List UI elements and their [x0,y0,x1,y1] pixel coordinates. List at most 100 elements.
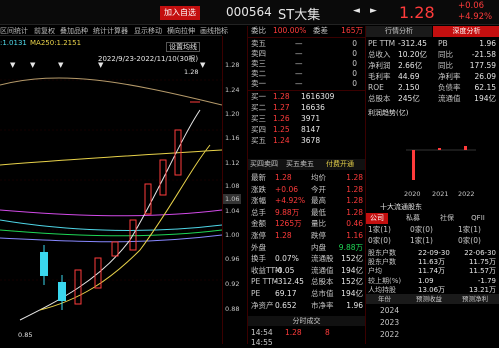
axis-tick: 0.96 [225,255,240,263]
metric-row: PE TTM -312.45 PB 1.96 [368,39,498,49]
tool-overlay[interactable]: 叠加品种 [60,26,88,36]
trade-row: 14:54 1.28 8 [251,328,363,338]
info-label: 股东户数 [368,258,396,267]
stat-label: 最新 [251,173,266,182]
trade-time: 14:54 [251,328,273,337]
paid-open-button[interactable]: 付费开通 [326,159,354,170]
metric-row: 毛利率 44.69 净利率 26.09 [368,72,498,82]
ma-settings-button[interactable]: 设置均线 [166,42,200,52]
stat-row: PE TTM -312.45 总股本 152亿 [251,277,363,287]
svg-text:▼: ▼ [58,61,64,69]
tool-range-stat[interactable]: 区间统计 [0,26,28,36]
next-arrow-icon[interactable]: ► [370,6,377,16]
axis-tick: 1.24 [225,86,240,94]
stat-label: 换手 [251,254,266,264]
buy-level[interactable]: 买一 1.28 1616309 [251,92,363,102]
stat-value: 152亿 [341,277,363,287]
price-change: +0.06 [458,1,485,11]
sell-level[interactable]: 卖四 — 0 [251,49,363,59]
level-volume: 0 [352,69,357,78]
svg-text:▼: ▼ [98,61,104,69]
stat-value: 194亿 [341,265,363,275]
stat-label: PE [251,289,261,298]
level5-button[interactable]: 买五卖五 [286,159,314,170]
holder-tab-qfii[interactable]: QFII [466,213,490,224]
event-markers: ▼ ▼ ▼ ▼ ▼ [10,61,206,69]
stat-value: 1.28 [346,184,363,194]
axis-tick: 1.28 [225,61,240,69]
stat-value: 1.28 [346,173,363,182]
metric-value: 194亿 [474,94,496,103]
level-volume: 0 [352,39,357,48]
sell-level[interactable]: 卖三 — 0 [251,59,363,69]
quote-header: 加入自选 000564 ST大集 ◄ ► 1.28 +0.06 +4.92% [0,0,499,25]
holder-tab-social[interactable]: 社保 [436,213,458,224]
metric-label: ROE [368,83,384,92]
stat-label: 净资产 [251,300,274,310]
buy-level[interactable]: 买五 1.24 3678 [251,136,363,146]
level-volume: 1616309 [301,92,335,101]
forecast-header: 年份 预测收益 预测净利 [366,294,499,304]
stat-value: 69.17 [275,289,297,298]
add-favorite-button[interactable]: 加入自选 [160,6,200,20]
holder-tab-private[interactable]: 私募 [402,213,424,224]
level4-button[interactable]: 买四卖四 [250,159,278,170]
level-volume: 3971 [301,114,321,123]
tool-adjust[interactable]: 前复权 [34,26,55,36]
trades-header[interactable]: 分时成交 [248,316,365,326]
metric-value: 10.20亿 [398,50,427,59]
tool-indicator[interactable]: 指标 [214,26,228,36]
ma-lines [0,77,222,321]
kline-chart[interactable]: ▼ ▼ ▼ ▼ ▼ [0,60,222,344]
axis-tick: 1.08 [225,182,240,190]
stat-value: 194亿 [341,289,363,298]
stat-row: 换手 0.07% 流通股 152亿 [251,254,363,264]
metric-label: 同比 [438,61,453,70]
tab-market-analysis[interactable]: 行情分析 [366,26,432,37]
level-label: 卖三 [251,59,266,68]
stat-label: 涨幅 [251,196,266,206]
buy-level[interactable]: 买四 1.25 8147 [251,125,363,135]
prev-arrow-icon[interactable]: ◄ [353,6,360,16]
current-price: 1.28 [399,3,435,22]
buy-level[interactable]: 买二 1.27 16636 [251,103,363,113]
tool-stretch[interactable]: 横向拉伸 [167,26,195,36]
level-price: 1.26 [273,114,290,123]
tab-deep-analysis[interactable]: 深度分析 [433,26,499,37]
stat-value: 1.28 [275,231,292,240]
axis-tick: 1.04 [225,207,240,215]
stat-row: 涨停 1.28 跌停 1.16 [251,231,363,241]
level-label: 买三 [251,114,266,123]
level-volume: 16636 [301,103,325,112]
tool-move[interactable]: 显示移动 [134,26,162,36]
sell-level[interactable]: 卖二 — 0 [251,69,363,79]
weicha-label: 委差 [313,26,328,35]
tool-calculator[interactable]: 统计计算器 [93,26,128,36]
chart-toolbar: 区间统计 前复权 叠加品种 统计计算器 显示移动 横向拉伸 画线 指标 [0,26,228,36]
stat-label: 流通股 [311,254,334,264]
orderbook: 委比 100.00% 委差 165万 卖五 — 0 卖四 — 0 卖三 — 0 … [247,26,365,347]
year-label: 2022 [458,190,475,198]
level-price: 1.24 [273,136,290,145]
level-label: 买一 [251,92,266,101]
stat-value: 1265万 [275,219,302,229]
tool-draw[interactable]: 画线 [200,26,214,36]
profit-chart-title: 利润趋势(亿) [368,109,409,117]
stat-value: 0.652 [275,300,297,310]
axis-tick: 1.12 [225,159,240,167]
grid-lines [0,79,222,281]
holder-tab-company[interactable]: 公司 [366,213,388,224]
trade-row: 14:55 [251,338,363,348]
candle [144,183,152,215]
candles [40,101,200,310]
stat-value: +4.92% [275,196,306,206]
buy-level[interactable]: 买三 1.26 3971 [251,114,363,124]
level-volume: 0 [352,59,357,68]
sell-level[interactable]: 卖一 — 0 [251,79,363,89]
holder-tabs: 公司 私募 社保 QFII [366,213,499,224]
metric-row: ROE 2.150 负债率 62.15 [368,83,498,93]
level-label: 卖二 [251,69,266,78]
metric-label: PE TTM [368,39,396,48]
stat-value: -0.05 [275,265,295,275]
sell-level[interactable]: 卖五 — 0 [251,39,363,49]
